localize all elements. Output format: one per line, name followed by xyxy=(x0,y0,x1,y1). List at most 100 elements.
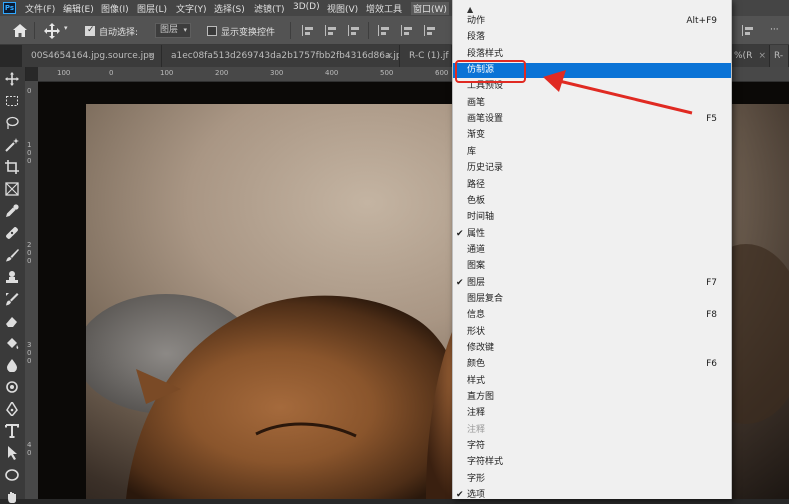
type-tool-icon[interactable] xyxy=(5,424,19,438)
distribute-icon[interactable] xyxy=(742,25,755,36)
auto-select-dropdown[interactable]: 图层 ▾ xyxy=(155,23,191,38)
menu-item-label: 样式 xyxy=(467,375,486,386)
move-tool-icon[interactable] xyxy=(44,23,60,39)
menu-item[interactable]: 颜色 F6 xyxy=(453,357,731,372)
menu-item[interactable]: 图层复合 xyxy=(453,292,731,307)
menu-item[interactable]: ✔ 选项 xyxy=(453,488,731,499)
document-tab[interactable]: R-C (1).jf xyxy=(400,45,452,67)
path-selection-tool-icon[interactable] xyxy=(5,446,19,460)
magic-wand-tool-icon[interactable] xyxy=(5,138,19,152)
move-tool-icon[interactable] xyxy=(5,72,19,86)
healing-brush-tool-icon[interactable] xyxy=(5,226,19,240)
document-tab[interactable]: 00S4654164.jpg.source.jpg × xyxy=(22,45,162,67)
eyedropper-tool-icon[interactable] xyxy=(5,204,19,218)
brush-tool-icon[interactable] xyxy=(5,248,19,262)
marquee-tool-icon[interactable] xyxy=(5,94,19,108)
menu-item[interactable]: 画笔 xyxy=(453,96,731,111)
crop-tool-icon[interactable] xyxy=(5,160,19,174)
align-left-icon[interactable] xyxy=(302,25,315,36)
menu-item[interactable]: 注释 xyxy=(453,406,731,421)
align-right-icon[interactable] xyxy=(348,25,361,36)
close-icon[interactable]: × xyxy=(147,45,155,67)
menu-item[interactable]: 路径 xyxy=(453,178,731,193)
menu-item[interactable]: 注释 xyxy=(453,423,731,438)
menu-item[interactable]: 动作 Alt+F9 xyxy=(453,14,731,29)
menu-item[interactable]: 渐变 xyxy=(453,128,731,143)
history-brush-tool-icon[interactable] xyxy=(5,292,19,306)
menu-item[interactable]: 库 xyxy=(453,145,731,160)
menu-item-label: 字形 xyxy=(467,473,486,484)
menu-type[interactable]: 文字(Y) xyxy=(176,2,207,15)
menu-item-label: 路径 xyxy=(467,179,486,190)
menu-item[interactable]: 样式 xyxy=(453,374,731,389)
menu-item[interactable]: 信息 F8 xyxy=(453,308,731,323)
menu-item-label: 画笔设置 xyxy=(467,114,504,125)
menu-item-label: 段落 xyxy=(467,32,486,43)
close-icon[interactable]: × xyxy=(758,45,766,67)
more-options-icon[interactable]: ··· xyxy=(770,25,779,35)
menu-file[interactable]: 文件(F) xyxy=(25,2,55,15)
align-top-icon[interactable] xyxy=(378,25,391,36)
tab-label: 00S4654164.jpg.source.jpg xyxy=(31,51,155,61)
align-bottom-icon[interactable] xyxy=(424,25,437,36)
menu-window[interactable]: 窗口(W) xyxy=(411,2,449,15)
menu-view[interactable]: 视图(V) xyxy=(327,2,358,15)
ellipse-tool-icon[interactable] xyxy=(5,468,19,482)
scroll-up-icon[interactable]: ▲ xyxy=(467,5,473,14)
menu-item[interactable]: 色板 xyxy=(453,194,731,209)
menu-item[interactable]: 段落 xyxy=(453,30,731,45)
divider xyxy=(368,22,369,39)
menu-item[interactable]: 形状 xyxy=(453,325,731,340)
menu-item[interactable]: 画笔设置 F5 xyxy=(453,112,731,127)
lasso-tool-icon[interactable] xyxy=(5,116,19,130)
pen-tool-icon[interactable] xyxy=(5,402,19,416)
home-icon[interactable] xyxy=(13,24,27,37)
menu-3d[interactable]: 3D(D) xyxy=(293,2,320,12)
menu-edit[interactable]: 编辑(E) xyxy=(63,2,94,15)
ruler-label: 0 xyxy=(27,349,32,357)
clone-stamp-tool-icon[interactable] xyxy=(5,270,19,284)
checkmark-icon: ✔ xyxy=(456,277,464,288)
menu-item[interactable]: ✔ 属性 xyxy=(453,227,731,242)
menu-item[interactable]: ✔ 图层 F7 xyxy=(453,276,731,291)
menu-item-label: 选项 xyxy=(467,490,486,499)
menu-filter[interactable]: 滤镜(T) xyxy=(254,2,285,15)
chevron-down-icon[interactable]: ▾ xyxy=(64,24,68,32)
menu-item[interactable]: 时间轴 xyxy=(453,210,731,225)
auto-select-checkbox[interactable] xyxy=(85,25,95,36)
menu-item[interactable]: 修改键 xyxy=(453,341,731,356)
tab-label: %(R xyxy=(734,51,753,61)
document-tab[interactable]: %(R × xyxy=(730,45,770,67)
tab-label: a1ec08fa513d269743da2b1757fbb2fb4316d86a… xyxy=(171,51,400,61)
hand-tool-icon[interactable] xyxy=(5,490,19,504)
frame-tool-icon[interactable] xyxy=(5,182,19,196)
menu-item[interactable]: 直方图 xyxy=(453,390,731,405)
dodge-tool-icon[interactable] xyxy=(5,380,19,394)
menu-item[interactable]: 字符 xyxy=(453,439,731,454)
menu-plugins[interactable]: 增效工具 xyxy=(366,2,402,15)
document-tab-active[interactable]: R- xyxy=(770,45,789,67)
ruler-label: 0 xyxy=(27,257,32,265)
menu-layer[interactable]: 图层(L) xyxy=(137,2,167,15)
align-middle-icon[interactable] xyxy=(401,25,414,36)
menu-select[interactable]: 选择(S) xyxy=(214,2,245,15)
show-transform-label: 显示变换控件 xyxy=(221,28,276,38)
menu-item[interactable]: 图案 xyxy=(453,259,731,274)
show-transform-checkbox[interactable] xyxy=(207,26,217,36)
blur-tool-icon[interactable] xyxy=(5,358,19,372)
align-center-icon[interactable] xyxy=(325,25,338,36)
menu-item-label: 属性 xyxy=(467,228,486,239)
document-tab[interactable]: a1ec08fa513d269743da2b1757fbb2fb4316d86a… xyxy=(162,45,400,67)
menu-item[interactable]: 通道 xyxy=(453,243,731,258)
menu-item[interactable]: 字符样式 xyxy=(453,455,731,470)
menu-item-label: 图层 xyxy=(467,277,486,288)
menu-item[interactable]: 历史记录 xyxy=(453,161,731,176)
menu-image[interactable]: 图像(I) xyxy=(101,2,129,15)
close-icon[interactable]: × xyxy=(385,45,393,67)
paint-bucket-tool-icon[interactable] xyxy=(5,336,19,350)
eraser-tool-icon[interactable] xyxy=(5,314,19,328)
menu-item-label: 动作 xyxy=(467,16,486,26)
tab-label: R- xyxy=(774,51,784,61)
menu-item[interactable]: 字形 xyxy=(453,472,731,487)
menu-item-label: 图案 xyxy=(467,261,486,272)
